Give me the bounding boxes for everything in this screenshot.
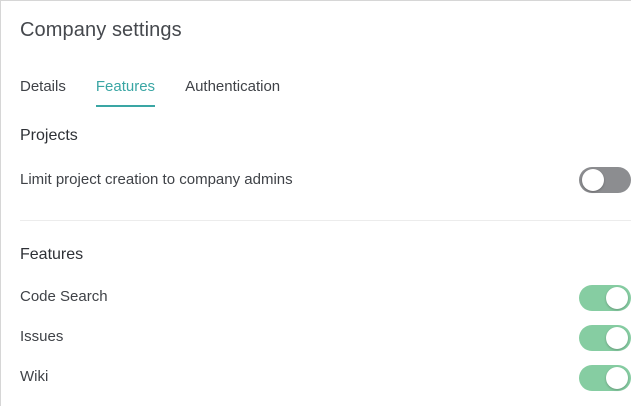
page-title: Company settings bbox=[20, 19, 182, 41]
limit-project-creation-label: Limit project creation to company admins bbox=[20, 171, 293, 188]
toggle-knob bbox=[606, 327, 628, 349]
tab-features[interactable]: Features bbox=[95, 77, 156, 107]
toggle-knob bbox=[582, 169, 604, 191]
toggle-knob bbox=[606, 287, 628, 309]
tab-details[interactable]: Details bbox=[20, 77, 66, 107]
code-search-toggle[interactable] bbox=[579, 285, 631, 311]
settings-tabs: Details Features Authentication bbox=[20, 77, 310, 107]
issues-label: Issues bbox=[20, 328, 64, 345]
code-search-label: Code Search bbox=[20, 288, 108, 305]
wiki-toggle[interactable] bbox=[579, 365, 631, 391]
projects-section-heading: Projects bbox=[20, 127, 78, 144]
toggle-knob bbox=[606, 367, 628, 389]
wiki-label: Wiki bbox=[20, 368, 49, 385]
limit-project-creation-toggle[interactable] bbox=[579, 167, 631, 193]
company-settings-panel: Company settings Details Features Authen… bbox=[0, 0, 631, 406]
section-divider bbox=[20, 220, 631, 221]
issues-toggle[interactable] bbox=[579, 325, 631, 351]
features-section-heading: Features bbox=[20, 246, 84, 263]
tab-authentication[interactable]: Authentication bbox=[185, 77, 280, 107]
